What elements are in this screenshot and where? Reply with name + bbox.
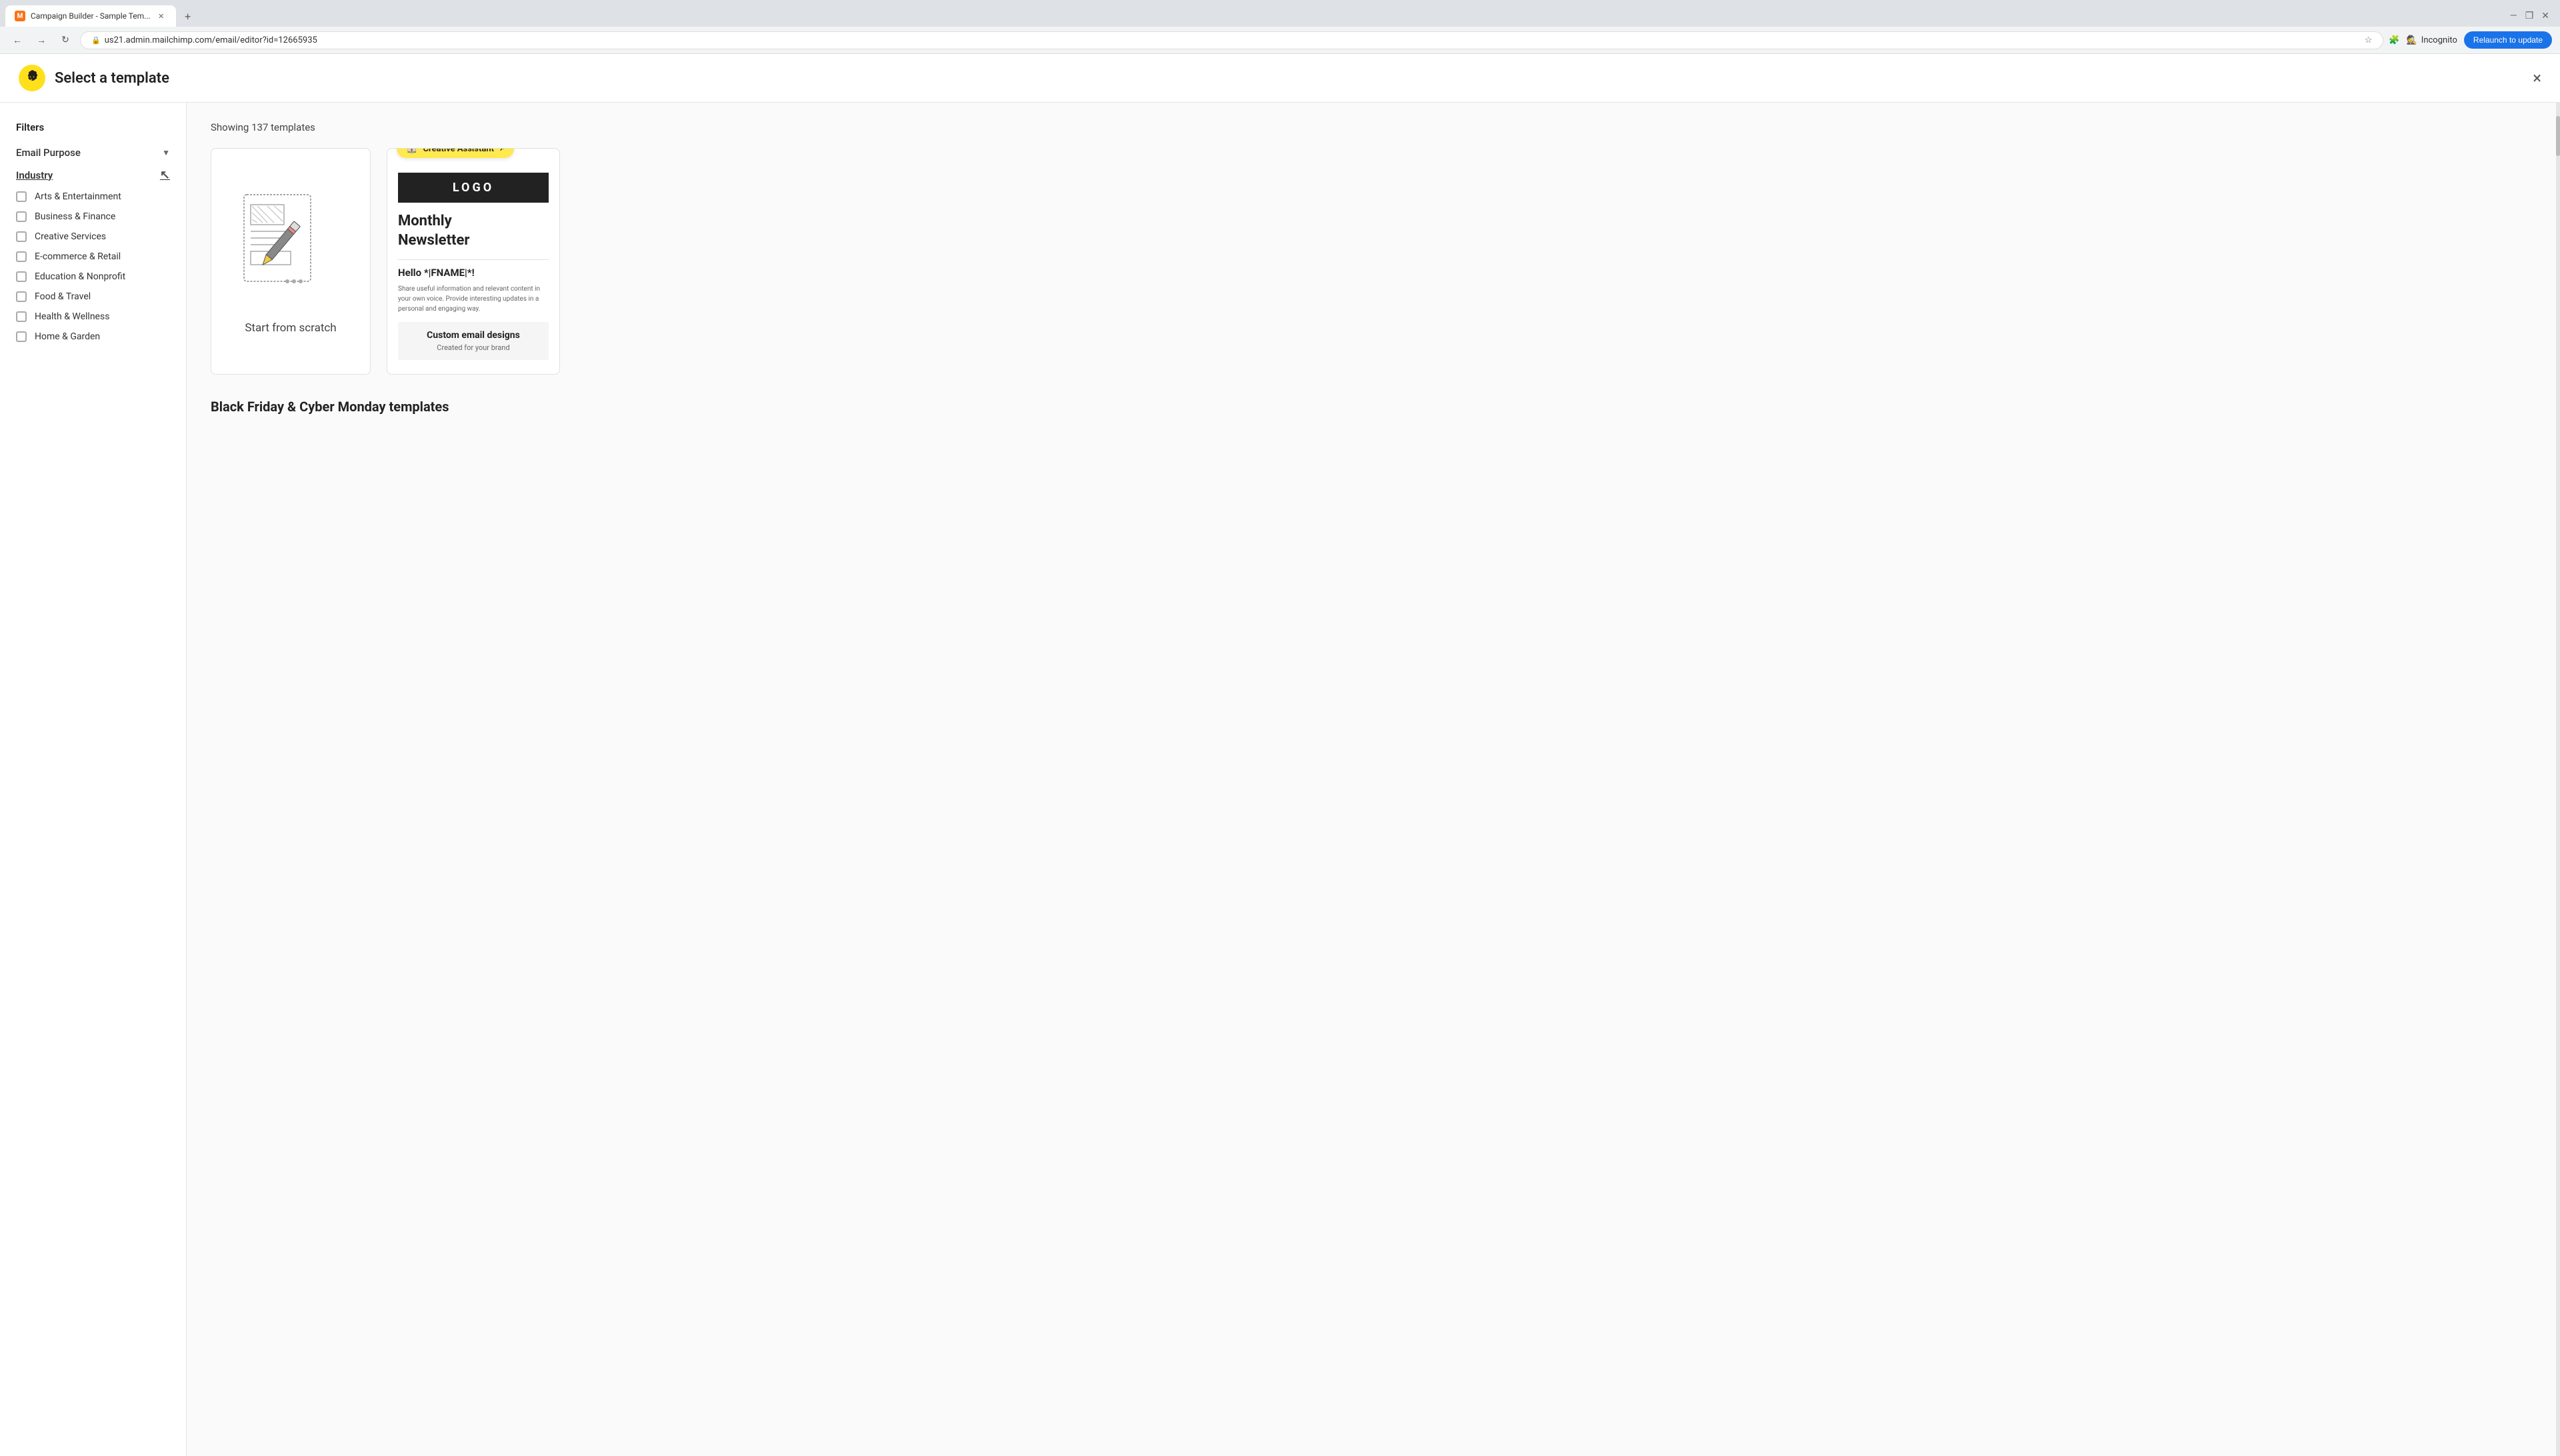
main-content: Showing 137 templates	[187, 103, 2556, 1456]
health-checkbox[interactable]	[16, 311, 27, 322]
filters-heading: Filters	[16, 121, 170, 133]
logo-box: LOGO	[398, 173, 549, 203]
creative-assistant-badge: 🏠 Creative Assistant ↗	[397, 148, 514, 158]
email-purpose-label: Email Purpose	[16, 147, 81, 159]
arts-checkbox[interactable]	[16, 191, 27, 202]
filter-item-business[interactable]: Business & Finance	[16, 211, 170, 222]
minimize-button[interactable]: —	[2510, 11, 2517, 21]
new-tab-button[interactable]: +	[179, 7, 197, 25]
address-actions: ☆	[2365, 35, 2373, 45]
showing-count: Showing 137 templates	[211, 121, 2532, 133]
creative-preview: LOGO MonthlyNewsletter Hello *|FNAME|*! …	[387, 162, 559, 371]
bookmark-icon[interactable]: ☆	[2365, 35, 2373, 45]
url-text: us21.admin.mailchimp.com/email/editor?id…	[105, 35, 317, 45]
template-grid-top: Start from scratch 🏠 Creative Assistant …	[211, 148, 2532, 375]
creative-checkbox[interactable]	[16, 231, 27, 242]
lock-icon: 🔒	[91, 36, 101, 45]
tab-title: Campaign Builder - Sample Tem...	[31, 11, 151, 21]
tab-controls: — ❐ ✕	[2510, 11, 2555, 21]
education-checkbox[interactable]	[16, 271, 27, 282]
scratch-label: Start from scratch	[245, 321, 336, 335]
home-label: Home & Garden	[35, 331, 100, 342]
newsletter-title: MonthlyNewsletter	[398, 212, 549, 250]
industry-label: Industry	[16, 169, 53, 181]
industry-section[interactable]: Industry ↖	[16, 168, 170, 182]
address-bar-row: ← → ↻ 🔒 us21.admin.mailchimp.com/email/e…	[0, 27, 2560, 53]
home-checkbox[interactable]	[16, 331, 27, 342]
close-dialog-button[interactable]: ×	[2533, 70, 2541, 86]
relaunch-button[interactable]: Relaunch to update	[2464, 31, 2552, 49]
address-bar[interactable]: 🔒 us21.admin.mailchimp.com/email/editor?…	[80, 31, 2383, 49]
reload-button[interactable]: ↻	[56, 31, 75, 49]
health-label: Health & Wellness	[35, 311, 109, 322]
filter-item-home[interactable]: Home & Garden	[16, 331, 170, 342]
creative-badge-label: Creative Assistant	[423, 148, 494, 154]
filter-item-food[interactable]: Food & Travel	[16, 291, 170, 302]
extensions-icon[interactable]: 🧩	[2389, 35, 2399, 45]
email-purpose-section[interactable]: Email Purpose ▼	[16, 147, 170, 159]
food-checkbox[interactable]	[16, 291, 27, 302]
ecommerce-checkbox[interactable]	[16, 251, 27, 262]
scratch-illustration	[237, 188, 344, 321]
incognito-icon: 🕵️	[2407, 35, 2417, 45]
back-button[interactable]: ←	[8, 31, 27, 49]
creative-badge-arrow: ↗	[499, 148, 505, 153]
business-label: Business & Finance	[35, 211, 115, 222]
incognito-label: Incognito	[2421, 35, 2457, 45]
email-purpose-chevron: ▼	[162, 148, 170, 157]
window-close-button[interactable]: ✕	[2541, 11, 2549, 21]
page-title: Select a template	[55, 70, 169, 87]
filter-item-education[interactable]: Education & Nonprofit	[16, 271, 170, 282]
incognito-badge: 🕵️ Incognito	[2407, 35, 2457, 45]
tab-favicon: M	[15, 11, 25, 21]
scratch-template-card[interactable]: Start from scratch	[211, 148, 371, 375]
custom-email-title: Custom email designs	[406, 330, 541, 341]
creative-label: Creative Services	[35, 231, 106, 242]
filter-item-creative[interactable]: Creative Services	[16, 231, 170, 242]
browser-chrome: M Campaign Builder - Sample Tem... ✕ + —…	[0, 0, 2560, 54]
tab-bar: M Campaign Builder - Sample Tem... ✕ + —…	[0, 0, 2560, 27]
mailchimp-logo	[19, 65, 45, 91]
sidebar: Filters Email Purpose ▼ Industry ↖ Arts …	[0, 103, 187, 1456]
ecommerce-label: E-commerce & Retail	[35, 251, 121, 262]
filter-item-arts[interactable]: Arts & Entertainment	[16, 191, 170, 202]
scrollbar-thumb[interactable]	[2556, 116, 2560, 156]
scrollbar[interactable]	[2556, 103, 2560, 1456]
education-label: Education & Nonprofit	[35, 271, 125, 282]
arts-label: Arts & Entertainment	[35, 191, 121, 202]
preview-divider	[398, 259, 549, 260]
preview-text: Share useful information and relevant co…	[398, 284, 549, 314]
app-body: Filters Email Purpose ▼ Industry ↖ Arts …	[0, 103, 2560, 1456]
filter-items-list: Arts & Entertainment Business & Finance …	[16, 191, 170, 342]
food-label: Food & Travel	[35, 291, 91, 302]
forward-button[interactable]: →	[32, 31, 51, 49]
custom-email-subtitle: Created for your brand	[406, 343, 541, 352]
industry-cursor: ↖	[160, 168, 170, 182]
active-tab[interactable]: M Campaign Builder - Sample Tem... ✕	[5, 5, 176, 27]
black-friday-section-title: Black Friday & Cyber Monday templates	[211, 399, 2532, 415]
creative-badge-icon: 🏠	[406, 148, 417, 154]
hello-fname: Hello *|FNAME|*!	[398, 267, 549, 279]
filter-item-ecommerce[interactable]: E-commerce & Retail	[16, 251, 170, 262]
filter-item-health[interactable]: Health & Wellness	[16, 311, 170, 322]
creative-assistant-card[interactable]: 🏠 Creative Assistant ↗ LOGO MonthlyNewsl…	[387, 148, 560, 375]
restore-button[interactable]: ❐	[2525, 11, 2534, 21]
browser-toolbar-right: 🧩 🕵️ Incognito Relaunch to update	[2389, 31, 2552, 49]
business-checkbox[interactable]	[16, 211, 27, 222]
tab-close-button[interactable]: ✕	[156, 11, 167, 21]
custom-email-section: Custom email designs Created for your br…	[398, 322, 549, 360]
app-header: Select a template ×	[0, 54, 2560, 103]
